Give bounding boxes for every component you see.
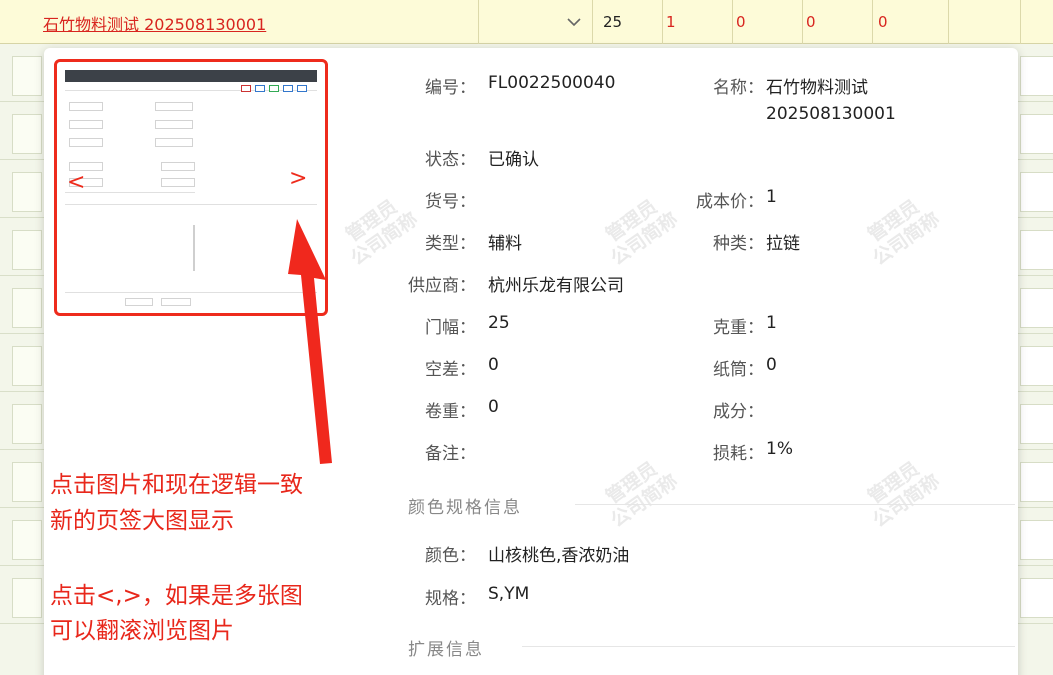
row-action-cell [1020,346,1053,386]
extension-section-title: 扩展信息 [408,640,484,660]
annotation-arrow [288,219,332,464]
sku-label: 货号： [425,192,476,212]
annotation-line-3: 点击<,>，如果是多张图 [50,583,303,609]
row-action-cell [1020,114,1053,154]
row-action-cell [1020,288,1053,328]
thumb-field [155,102,193,111]
name-value-line2: 202508130001 [766,104,896,124]
supplier-value: 杭州乐龙有限公司 [488,276,624,296]
gram-value: 1 [766,313,777,333]
row-checkbox-cell [12,288,42,328]
name-value-line1: 石竹物料测试 [766,78,868,98]
thumb-field [161,162,195,171]
thumb-field [161,178,195,187]
type-value: 辅料 [488,234,522,254]
color-spec-section-title: 颜色规格信息 [408,498,522,518]
thumb-mini-icon [255,85,265,92]
composition-label: 成分： [713,402,764,422]
annotation-line-2: 新的页签大图显示 [50,508,234,534]
thumb-mini-icon [269,85,279,92]
tube-value: 0 [766,355,777,375]
thumb-field [69,138,103,147]
count-value: 0 [806,13,816,31]
loss-label: 损耗： [713,444,764,464]
row-checkbox-cell [12,230,42,270]
thumb-line [65,90,317,91]
annotation-line-4: 可以翻滚浏览图片 [50,618,234,644]
width-cell: 25 [592,0,662,44]
name-label: 名称： [713,78,764,98]
gram-label: 克重： [713,318,764,338]
row-checkbox-cell [12,172,42,212]
carousel-prev-button[interactable]: < [67,170,85,195]
thumb-field [155,120,193,129]
cost-label: 成本价： [696,192,764,212]
row-checkbox-cell [12,578,42,618]
row-checkbox-cell [12,56,42,96]
cost-value: 1 [766,187,777,207]
count-value: 0 [878,13,888,31]
count-value: 0 [736,13,746,31]
annotation-line-1: 点击图片和现在逻辑一致 [50,472,303,498]
row-action-cell [1020,172,1053,212]
thumb-field [161,298,191,306]
loss-value: 1% [766,439,793,459]
code-value: FL0022500040 [488,73,616,93]
roll-weight-label: 卷重： [425,402,476,422]
remark-label: 备注： [425,444,476,464]
table-row-selected[interactable]: 石竹物料测试 202508130001 25 1 0 0 0 [0,0,1053,44]
row-checkbox-cell [12,520,42,560]
row-checkbox-cell [12,114,42,154]
count-cell-4: 0 [872,0,948,44]
tube-label: 纸筒： [713,360,764,380]
thumb-field [125,298,153,306]
thumb-divider [193,225,195,271]
air-gap-value: 0 [488,355,499,375]
status-label: 状态： [425,150,476,170]
width-value: 25 [488,313,510,333]
chevron-down-icon [567,18,581,27]
air-gap-label: 空差： [425,360,476,380]
thumb-mini-icon [241,85,251,92]
row-action-cell [1020,578,1053,618]
width-label: 门幅： [425,318,476,338]
kind-value: 拉链 [766,234,800,254]
code-label: 编号： [425,78,476,98]
row-checkbox-cell [12,462,42,502]
row-action-cell [1020,520,1053,560]
spec-value: S,YM [488,584,530,604]
thumb-field [155,138,193,147]
color-value: 山核桃色,香浓奶油 [488,546,630,566]
count-cell-1: 1 [662,0,732,44]
empty-cell [1020,0,1053,44]
thumb-field [69,120,103,129]
color-label: 颜色： [425,546,476,566]
type-label: 类型： [425,234,476,254]
section-divider [522,646,1015,647]
spec-label: 规格： [425,589,476,609]
thumb-mini-icon [283,85,293,92]
status-value: 已确认 [488,150,539,170]
supplier-label: 供应商： [408,276,476,296]
select-cell[interactable] [478,0,592,44]
section-divider [575,504,1015,505]
thumb-field [69,102,103,111]
width-cell-value: 25 [603,13,623,31]
row-checkbox-cell [12,346,42,386]
count-value: 1 [666,13,676,31]
thumb-mini-icon [297,85,307,92]
count-cell-3: 0 [802,0,872,44]
kind-label: 种类： [713,234,764,254]
row-action-cell [1020,230,1053,270]
material-name-link[interactable]: 石竹物料测试 202508130001 [43,11,266,35]
count-cell-2: 0 [732,0,802,44]
row-action-cell [1020,56,1053,96]
row-action-cell [1020,462,1053,502]
thumbnail-toolbar [65,70,317,82]
row-checkbox-cell [12,404,42,444]
empty-cell [948,0,1020,44]
roll-weight-value: 0 [488,397,499,417]
row-action-cell [1020,404,1053,444]
carousel-next-button[interactable]: > [289,166,307,191]
